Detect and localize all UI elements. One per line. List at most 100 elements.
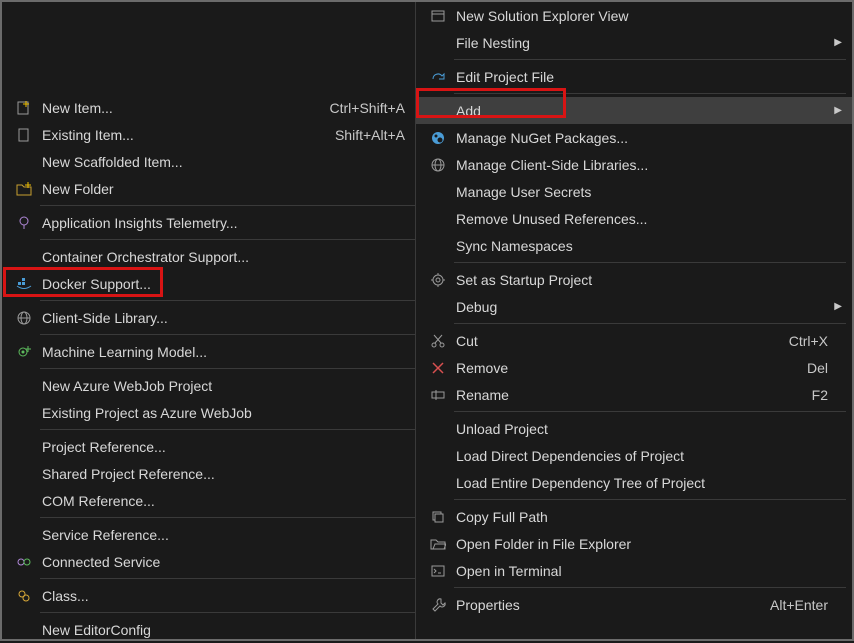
menu-label: New Folder (38, 181, 405, 197)
shortcut: F2 (804, 387, 828, 403)
docker-icon (10, 276, 38, 292)
menu-label: Properties (452, 597, 762, 613)
globe-icon (10, 310, 38, 326)
menu-label: New EditorConfig (38, 622, 405, 638)
menu-shared-ref[interactable]: Shared Project Reference... (2, 460, 415, 487)
separator (40, 612, 415, 613)
menu-label: Edit Project File (452, 69, 828, 85)
menu-copy-path[interactable]: Copy Full Path (416, 503, 852, 530)
menu-label: Existing Project as Azure WebJob (38, 405, 405, 421)
menu-label: Set as Startup Project (452, 272, 828, 288)
menu-label: Load Entire Dependency Tree of Project (452, 475, 828, 491)
menu-project-ref[interactable]: Project Reference... (2, 433, 415, 460)
menu-label: Project Reference... (38, 439, 405, 455)
menu-ml-model[interactable]: Machine Learning Model... (2, 338, 415, 365)
menu-connected-service[interactable]: Connected Service (2, 548, 415, 575)
separator (454, 323, 846, 324)
menu-edit-project[interactable]: Edit Project File (416, 63, 852, 90)
submenu-arrow-icon: ▶ (828, 37, 842, 48)
menu-load-direct[interactable]: Load Direct Dependencies of Project (416, 442, 852, 469)
separator (454, 59, 846, 60)
menu-rename[interactable]: Rename F2 (416, 381, 852, 408)
menu-manage-nuget[interactable]: Manage NuGet Packages... (416, 124, 852, 151)
menu-label: Add (452, 103, 828, 119)
menu-label: Unload Project (452, 421, 828, 437)
separator (40, 429, 415, 430)
shortcut: Alt+Enter (762, 597, 828, 613)
menu-label: COM Reference... (38, 493, 405, 509)
separator (40, 239, 415, 240)
menu-load-tree[interactable]: Load Entire Dependency Tree of Project (416, 469, 852, 496)
menu-file-nesting[interactable]: File Nesting ▶ (416, 29, 852, 56)
menu-set-startup[interactable]: Set as Startup Project (416, 266, 852, 293)
menu-scaffolded[interactable]: New Scaffolded Item... (2, 148, 415, 175)
separator (454, 587, 846, 588)
menu-label: Shared Project Reference... (38, 466, 405, 482)
menu-new-folder[interactable]: New Folder (2, 175, 415, 202)
menu-class[interactable]: Class... (2, 582, 415, 609)
submenu-arrow-icon: ▶ (828, 301, 842, 312)
menu-editorconfig[interactable]: New EditorConfig (2, 616, 415, 643)
menu-new-webjob[interactable]: New Azure WebJob Project (2, 372, 415, 399)
menu-label: Remove Unused References... (452, 211, 828, 227)
cut-icon (424, 333, 452, 349)
menu-label: Open Folder in File Explorer (452, 536, 828, 552)
lightbulb-icon (10, 215, 38, 231)
shortcut: Shift+Alt+A (327, 127, 405, 143)
menu-service-ref[interactable]: Service Reference... (2, 521, 415, 548)
menu-manage-client-libs[interactable]: Manage Client-Side Libraries... (416, 151, 852, 178)
open-folder-icon (424, 536, 452, 552)
terminal-icon (424, 563, 452, 579)
menu-open-folder[interactable]: Open Folder in File Explorer (416, 530, 852, 557)
menu-label: Docker Support... (38, 276, 405, 292)
gear-icon (424, 272, 452, 288)
menu-label: New Azure WebJob Project (38, 378, 405, 394)
menu-label: Service Reference... (38, 527, 405, 543)
separator (454, 93, 846, 94)
menu-com-ref[interactable]: COM Reference... (2, 487, 415, 514)
rename-icon (424, 387, 452, 403)
menu-label: New Item... (38, 100, 322, 116)
menu-app-insights[interactable]: Application Insights Telemetry... (2, 209, 415, 236)
menu-docker-support[interactable]: Docker Support... (2, 270, 415, 297)
menu-label: Manage Client-Side Libraries... (452, 157, 828, 173)
menu-label: Copy Full Path (452, 509, 828, 525)
separator (40, 368, 415, 369)
menu-remove[interactable]: Remove Del (416, 354, 852, 381)
menu-new-item[interactable]: New Item... Ctrl+Shift+A (2, 94, 415, 121)
menu-label: Machine Learning Model... (38, 344, 405, 360)
gear-plus-icon (10, 344, 38, 360)
window-icon (424, 8, 452, 24)
menu-label: Application Insights Telemetry... (38, 215, 405, 231)
menu-sync-namespaces[interactable]: Sync Namespaces (416, 232, 852, 259)
add-submenu: New Item... Ctrl+Shift+A Existing Item..… (2, 2, 415, 639)
menu-label: Open in Terminal (452, 563, 828, 579)
menu-add[interactable]: Add ▶ (416, 97, 852, 124)
menu-label: Connected Service (38, 554, 405, 570)
menu-manage-secrets[interactable]: Manage User Secrets (416, 178, 852, 205)
menu-existing-webjob[interactable]: Existing Project as Azure WebJob (2, 399, 415, 426)
menu-client-side-lib[interactable]: Client-Side Library... (2, 304, 415, 331)
menu-unload[interactable]: Unload Project (416, 415, 852, 442)
menu-open-terminal[interactable]: Open in Terminal (416, 557, 852, 584)
menu-container-orch[interactable]: Container Orchestrator Support... (2, 243, 415, 270)
menu-new-solution-explorer[interactable]: New Solution Explorer View (416, 2, 852, 29)
remove-icon (424, 360, 452, 376)
folder-icon (10, 181, 38, 197)
menu-label: Load Direct Dependencies of Project (452, 448, 828, 464)
menu-debug[interactable]: Debug ▶ (416, 293, 852, 320)
globe-icon (424, 157, 452, 173)
menu-existing-item[interactable]: Existing Item... Shift+Alt+A (2, 121, 415, 148)
separator (40, 205, 415, 206)
menu-label: Rename (452, 387, 804, 403)
menu-label: Cut (452, 333, 781, 349)
separator (40, 334, 415, 335)
shortcut: Ctrl+Shift+A (322, 100, 405, 116)
menu-label: Class... (38, 588, 405, 604)
menu-label: Existing Item... (38, 127, 327, 143)
menu-properties[interactable]: Properties Alt+Enter (416, 591, 852, 618)
menu-cut[interactable]: Cut Ctrl+X (416, 327, 852, 354)
menu-remove-unused[interactable]: Remove Unused References... (416, 205, 852, 232)
separator (454, 262, 846, 263)
menu-label: File Nesting (452, 35, 828, 51)
